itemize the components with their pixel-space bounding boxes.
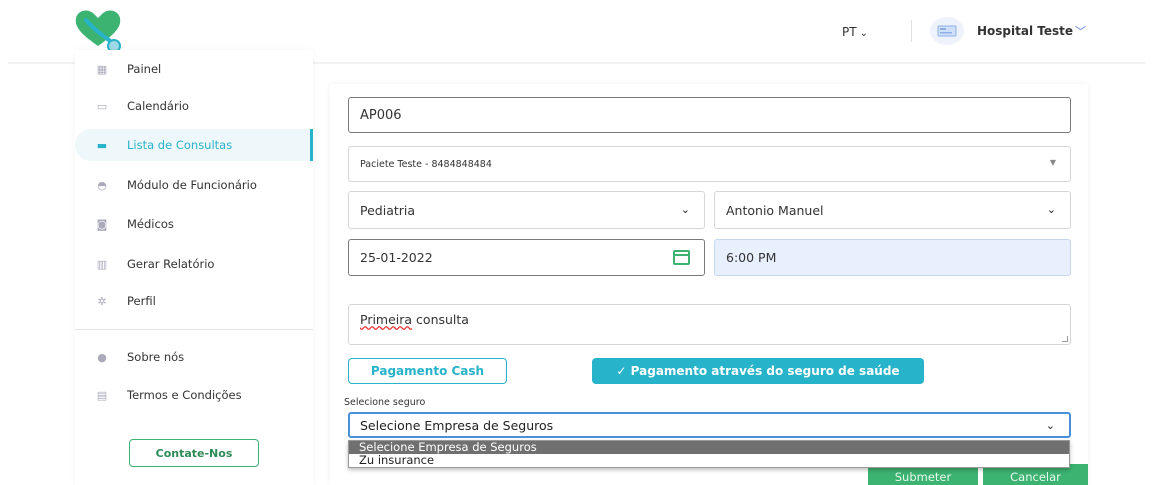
sidebar-item-lista-de-consultas[interactable]: ▬ Lista de Consultas [75, 129, 313, 161]
calendar-icon: ▭ [96, 99, 108, 113]
sidebar-item-termos-e-condicoes[interactable]: ▤ Termos e Condições [75, 379, 313, 411]
check-icon: ✓ [616, 364, 631, 378]
sidebar-item-modulo-de-funcionario[interactable]: ◓ Módulo de Funcionário [75, 169, 313, 201]
sidebar-item-gerar-relatorio[interactable]: ▥ Gerar Relatório [75, 248, 313, 280]
sidebar-item-label: Sobre nós [127, 350, 185, 364]
appointment-code-value: AP006 [360, 108, 402, 123]
appointment-code-field[interactable]: AP006 [348, 97, 1071, 133]
dropdown-option[interactable]: Zu insurance [349, 454, 1069, 467]
caret-down-icon: ▼ [1049, 158, 1056, 167]
sidebar-item-perfil[interactable]: ✲ Perfil [75, 285, 313, 317]
notes-value: Primeira consulta [360, 312, 469, 327]
date-field[interactable]: 25-01-2022 [348, 239, 705, 276]
pay-insurance-button[interactable]: ✓ Pagamento através do seguro de saúde [592, 358, 924, 384]
language-selector[interactable]: PT ⌄ [842, 25, 868, 39]
sidebar-item-label: Módulo de Funcionário [127, 178, 257, 192]
contact-button[interactable]: Contate-Nos [129, 439, 259, 467]
insurance-label: Selecione seguro [344, 397, 426, 408]
users-icon: ◓ [97, 178, 107, 192]
notes-misspelled-word: Primeira [360, 312, 413, 327]
info-icon: ● [97, 350, 107, 364]
chevron-down-icon: ⌄ [1046, 203, 1056, 216]
dropdown-option[interactable]: Selecione Empresa de Seguros [349, 441, 1069, 454]
sidebar-item-sobre-nos[interactable]: ● Sobre nós [75, 341, 313, 373]
sidebar-item-label: Gerar Relatório [127, 257, 215, 271]
chevron-down-icon: ⌄ [680, 203, 690, 216]
sidebar-divider [75, 329, 313, 330]
gear-icon: ✲ [97, 294, 107, 308]
list-icon: ▬ [96, 138, 108, 152]
pay-insurance-label: Pagamento através do seguro de saúde [630, 364, 900, 378]
sidebar: ▦ Painel ▭ Calendário ▬ Lista de Consult… [75, 50, 313, 485]
specialty-select[interactable]: Pediatria ⌄ [348, 191, 705, 229]
header-divider [911, 20, 912, 42]
date-value: 25-01-2022 [360, 250, 433, 265]
doctor-select[interactable]: Antonio Manuel ⌄ [714, 191, 1071, 229]
patient-value: Paciete Teste - 8484848484 [360, 159, 492, 170]
document-icon: ▤ [96, 388, 108, 402]
hospital-avatar[interactable] [930, 17, 964, 45]
page: PT ⌄ Hospital Teste ﹀ ▦ Painel ▭ Calendár… [0, 0, 1153, 485]
time-value: 6:00 PM [726, 250, 777, 265]
hospital-name[interactable]: Hospital Teste [977, 24, 1073, 38]
sidebar-item-painel[interactable]: ▦ Painel [75, 53, 313, 85]
calendar-icon[interactable] [673, 250, 690, 265]
pay-cash-button[interactable]: Pagamento Cash [348, 358, 507, 384]
sidebar-item-label: Lista de Consultas [127, 138, 233, 152]
notes-textarea[interactable]: Primeira consulta [348, 304, 1071, 345]
resize-handle[interactable] [1062, 336, 1068, 342]
insurance-select[interactable]: Selecione Empresa de Seguros ⌄ [348, 412, 1071, 438]
time-field[interactable]: 6:00 PM [714, 239, 1071, 276]
sidebar-item-label: Calendário [127, 99, 189, 113]
specialty-value: Pediatria [360, 203, 416, 218]
sidebar-item-calendario[interactable]: ▭ Calendário [75, 90, 313, 122]
patient-select[interactable]: Paciete Teste - 8484848484 ▼ [348, 146, 1071, 182]
sidebar-item-label: Termos e Condições [127, 388, 242, 402]
chevron-down-icon[interactable]: ﹀ [1075, 23, 1086, 39]
sidebar-item-label: Painel [127, 62, 162, 76]
hospital-card-icon [937, 25, 957, 37]
insurance-dropdown-list: Selecione Empresa de Seguros Zu insuranc… [348, 440, 1070, 468]
insurance-selected-value: Selecione Empresa de Seguros [360, 418, 554, 433]
notes-rest: consulta [412, 312, 469, 327]
sidebar-item-medicos[interactable]: ◙ Médicos [75, 208, 313, 240]
sidebar-item-label: Médicos [127, 217, 174, 231]
dashboard-icon: ▦ [96, 62, 108, 76]
chart-icon: ▥ [96, 257, 108, 271]
sidebar-item-label: Perfil [127, 294, 156, 308]
chevron-down-icon: ⌄ [1045, 419, 1055, 432]
language-label: PT [842, 25, 857, 39]
chevron-down-icon: ⌄ [859, 28, 868, 39]
camera-icon: ◙ [96, 217, 108, 231]
doctor-value: Antonio Manuel [726, 203, 824, 218]
logo-icon[interactable] [70, 6, 126, 54]
